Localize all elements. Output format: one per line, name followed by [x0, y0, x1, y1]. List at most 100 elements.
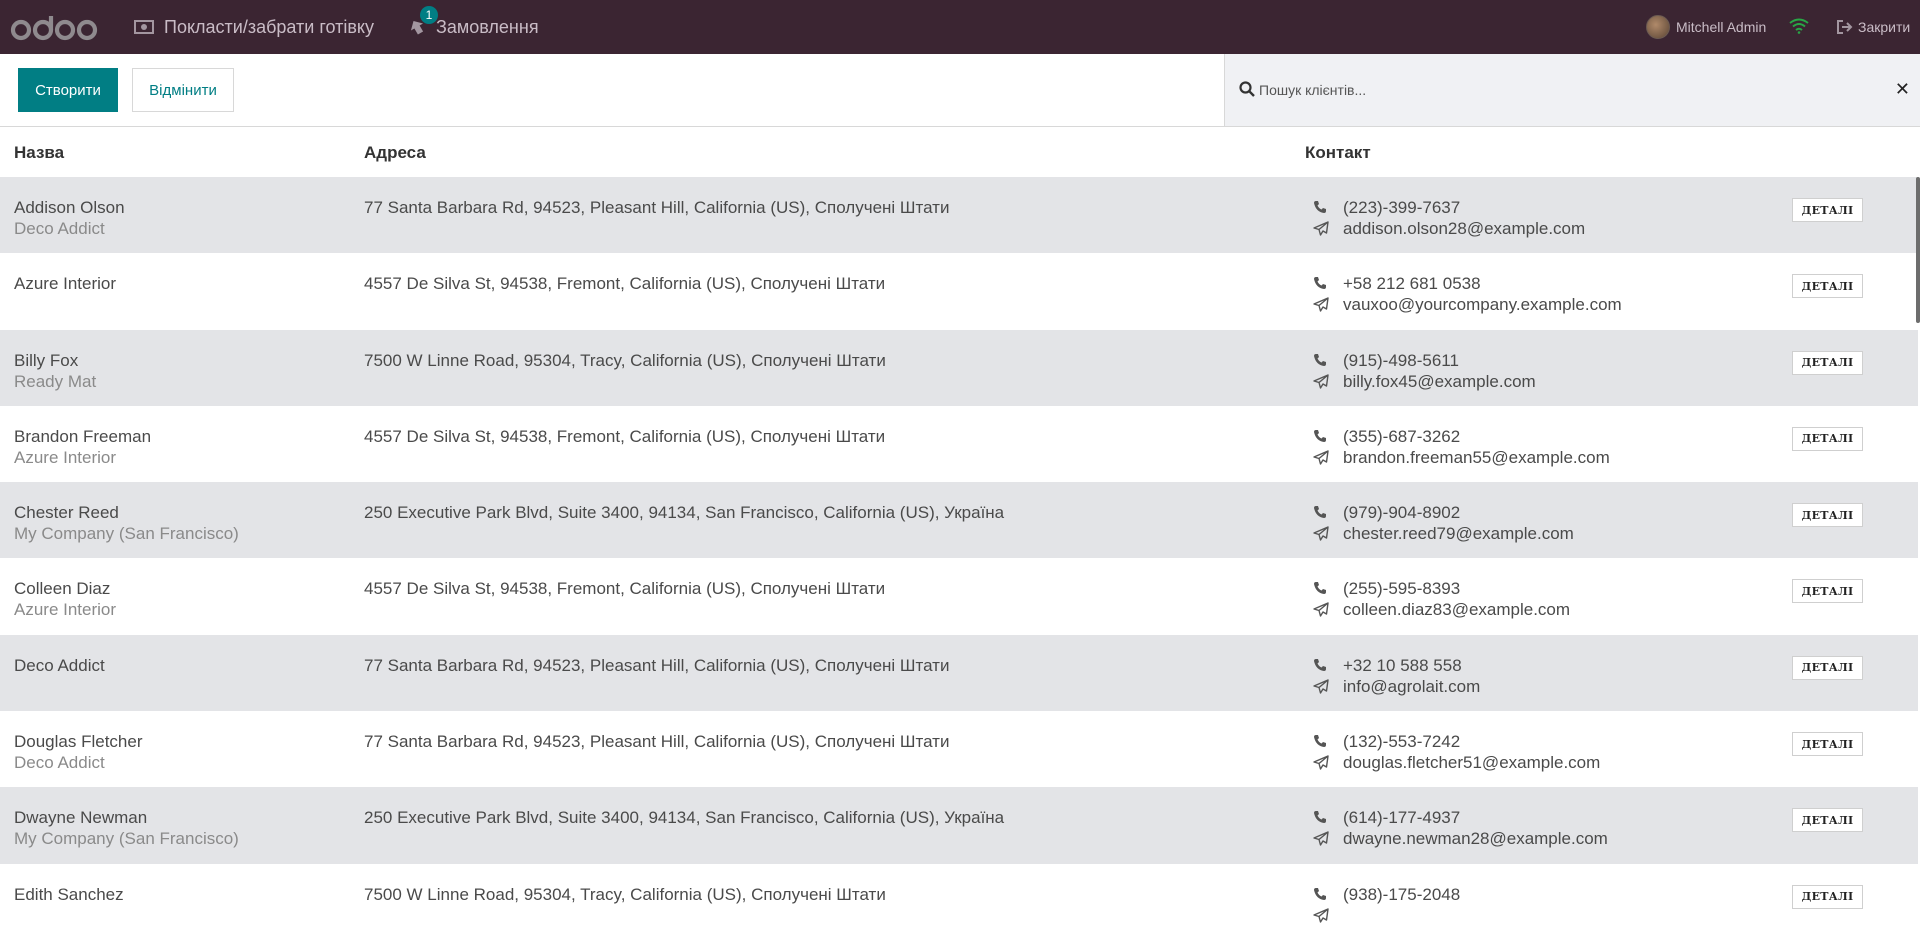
- customer-name: Edith Sanchez: [14, 884, 124, 904]
- close-session-button[interactable]: Закрити: [1836, 0, 1910, 54]
- paper-plane-icon: [1313, 755, 1329, 770]
- table-row[interactable]: Dwayne Newman My Company (San Francisco)…: [0, 787, 1918, 864]
- details-button[interactable]: ДЕТАЛІ: [1792, 884, 1863, 909]
- customer-email: colleen.diaz83@example.com: [1343, 600, 1571, 620]
- customer-phone: +32 10 588 558: [1343, 655, 1462, 675]
- table-row[interactable]: Azure Interior 4557 De Silva St, 94538, …: [0, 253, 1918, 330]
- orders-badge: 1: [420, 6, 438, 24]
- search-input[interactable]: [1259, 74, 1859, 106]
- customer-address: 77 Santa Barbara Rd, 94523, Pleasant Hil…: [364, 655, 950, 675]
- money-icon: [134, 20, 154, 34]
- customer-phone: (132)-553-7242: [1343, 732, 1461, 752]
- customer-name: Douglas Fletcher: [14, 732, 143, 752]
- search-bar: ✕: [1224, 54, 1920, 126]
- customer-address: 7500 W Linne Road, 95304, Tracy, Califor…: [364, 350, 886, 370]
- paper-plane-icon: [1313, 907, 1329, 923]
- scrollbar[interactable]: [1916, 177, 1920, 323]
- paper-plane-icon: [1313, 679, 1329, 694]
- table-header: Назва Адреса Контакт: [0, 127, 1918, 177]
- odoo-logo: [10, 14, 98, 42]
- details-button[interactable]: ДЕТАЛІ: [1792, 655, 1863, 680]
- cancel-button[interactable]: Відмінити: [132, 68, 234, 112]
- customer-company: Deco Addict: [14, 753, 105, 773]
- customer-address: 4557 De Silva St, 94538, Fremont, Califo…: [364, 274, 886, 294]
- table-row[interactable]: Douglas Fletcher Deco Addict 77 Santa Ba…: [0, 711, 1918, 788]
- customer-company: Deco Addict: [14, 219, 105, 238]
- details-button[interactable]: ДЕТАЛІ: [1792, 350, 1863, 375]
- customer-email: brandon.freeman55@example.com: [1343, 447, 1610, 467]
- customer-company: My Company (San Francisco): [14, 524, 239, 544]
- wifi-icon: [1789, 18, 1809, 37]
- details-button[interactable]: ДЕТАЛІ: [1792, 732, 1863, 757]
- customer-name: Brandon Freeman: [14, 426, 152, 446]
- customer-phone: (355)-687-3262: [1343, 426, 1461, 446]
- phone-icon: [1313, 658, 1327, 672]
- table-row[interactable]: Colleen Diaz Azure Interior 4557 De Silv…: [0, 558, 1918, 635]
- top-navbar: Покласти/забрати готівку 1 Замовлення Mi…: [0, 0, 1920, 54]
- details-button[interactable]: ДЕТАЛІ: [1792, 198, 1863, 222]
- customer-phone: +58 212 681 0538: [1343, 274, 1481, 294]
- table-row[interactable]: Chester Reed My Company (San Francisco) …: [0, 482, 1918, 559]
- ticket-icon: 1: [408, 6, 438, 36]
- table-row[interactable]: Billy Fox Ready Mat 7500 W Linne Road, 9…: [0, 329, 1918, 406]
- customer-email: douglas.fletcher51@example.com: [1343, 753, 1601, 773]
- clear-search-button[interactable]: ✕: [1895, 80, 1910, 98]
- column-header-contact: Контакт: [1305, 143, 1371, 162]
- cash-in-out-button[interactable]: Покласти/забрати готівку: [134, 0, 374, 54]
- table-row[interactable]: Brandon Freeman Azure Interior 4557 De S…: [0, 405, 1918, 483]
- create-button[interactable]: Створити: [18, 68, 118, 112]
- paper-plane-icon: [1313, 602, 1329, 618]
- orders-label: Замовлення: [436, 16, 539, 37]
- customer-company: Azure Interior: [14, 600, 117, 620]
- customer-phone: (938)-175-2048: [1343, 884, 1461, 904]
- details-button[interactable]: ДЕТАЛІ: [1792, 579, 1863, 604]
- customer-address: 4557 De Silva St, 94538, Fremont, Califo…: [364, 426, 886, 446]
- orders-button[interactable]: 1 Замовлення: [408, 0, 539, 54]
- customer-phone: (614)-177-4937: [1343, 808, 1461, 828]
- customer-email: info@agrolait.com: [1343, 676, 1481, 696]
- customer-name: Deco Addict: [14, 655, 105, 675]
- customer-email: vauxoo@yourcompany.example.com: [1343, 295, 1622, 315]
- customer-address: 250 Executive Park Blvd, Suite 3400, 941…: [364, 503, 1005, 523]
- phone-icon: [1313, 429, 1327, 443]
- customer-address: 77 Santa Barbara Rd, 94523, Pleasant Hil…: [364, 198, 950, 217]
- search-icon: [1239, 81, 1255, 97]
- customer-name: Billy Fox: [14, 350, 79, 370]
- customer-address: 4557 De Silva St, 94538, Fremont, Califo…: [364, 579, 886, 599]
- phone-icon: [1313, 505, 1327, 519]
- connection-status[interactable]: [1789, 0, 1809, 54]
- cash-label: Покласти/забрати готівку: [164, 16, 375, 37]
- user-menu[interactable]: Mitchell Admin: [1646, 0, 1766, 54]
- customer-name: Colleen Diaz: [14, 579, 111, 599]
- paper-plane-icon: [1313, 297, 1329, 312]
- details-button[interactable]: ДЕТАЛІ: [1792, 503, 1863, 528]
- phone-icon: [1313, 353, 1327, 367]
- table-row[interactable]: Addison Olson Deco Addict 77 Santa Barba…: [0, 177, 1918, 254]
- customer-name: Azure Interior: [14, 274, 117, 294]
- customer-company: Ready Mat: [14, 371, 97, 391]
- customer-phone: (223)-399-7637: [1343, 198, 1461, 217]
- customer-company: My Company (San Francisco): [14, 829, 239, 849]
- customer-company: Azure Interior: [14, 447, 117, 467]
- customer-address: 77 Santa Barbara Rd, 94523, Pleasant Hil…: [364, 732, 950, 752]
- table-row[interactable]: Deco Addict 77 Santa Barbara Rd, 94523, …: [0, 634, 1918, 712]
- paper-plane-icon: [1313, 526, 1329, 541]
- details-button[interactable]: ДЕТАЛІ: [1792, 808, 1863, 833]
- details-button[interactable]: ДЕТАЛІ: [1792, 274, 1863, 299]
- customer-table: Назва Адреса Контакт Addison Olson Deco …: [0, 127, 1918, 940]
- customer-name: Dwayne Newman: [14, 808, 148, 828]
- table-body: Addison Olson Deco Addict 77 Santa Barba…: [0, 177, 1918, 940]
- table-row[interactable]: Edith Sanchez 7500 W Linne Road, 95304, …: [0, 863, 1918, 940]
- avatar: [1646, 15, 1670, 39]
- column-header-name: Назва: [14, 143, 65, 162]
- customer-name: Chester Reed: [14, 503, 119, 523]
- customer-phone: (979)-904-8902: [1343, 503, 1461, 523]
- sign-out-icon: [1836, 19, 1854, 35]
- paper-plane-icon: [1313, 831, 1329, 847]
- user-name: Mitchell Admin: [1676, 19, 1767, 35]
- close-label: Закрити: [1858, 19, 1911, 35]
- details-button[interactable]: ДЕТАЛІ: [1792, 426, 1863, 451]
- odoo-logo-icon: [10, 16, 98, 41]
- paper-plane-icon: [1313, 373, 1329, 389]
- customer-address: 7500 W Linne Road, 95304, Tracy, Califor…: [364, 884, 886, 904]
